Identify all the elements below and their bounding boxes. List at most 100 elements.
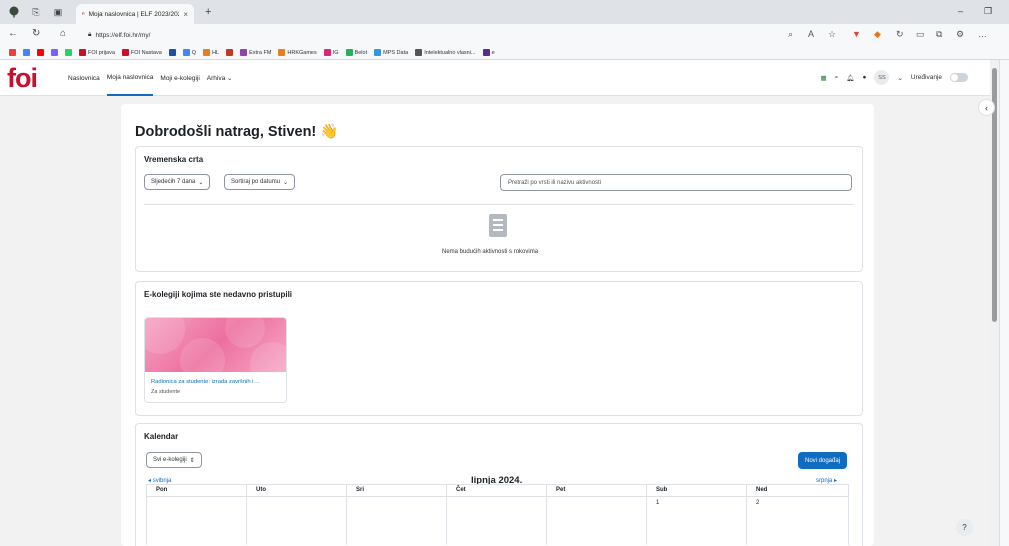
tab-close-icon[interactable]: ×: [183, 10, 188, 19]
browser-profile-icon[interactable]: [8, 6, 20, 18]
restore-icon[interactable]: ❐: [984, 6, 992, 17]
course-name[interactable]: Radionica za studente: izrada završnih i…: [151, 379, 260, 385]
calendar-day-number[interactable]: 2: [756, 500, 759, 506]
bookmark-item[interactable]: HL: [203, 49, 219, 56]
icon-line: [493, 219, 503, 221]
foi-favicon-icon: ⁿ: [82, 10, 85, 18]
course-image: [145, 318, 286, 386]
bookmark-item[interactable]: [9, 49, 16, 56]
bookmark-label: MPS Data: [383, 49, 409, 56]
calendar-next-month-link[interactable]: srpnja ▸: [816, 477, 837, 484]
edit-mode-label: Uređivanje: [910, 74, 942, 81]
calendar-day-column: Uto: [246, 485, 346, 545]
chevron-down-icon: ⌄: [198, 179, 204, 186]
timeline-search-input[interactable]: Pretraži po vrsti ili nazivu aktivnosti: [500, 174, 852, 191]
nav-item-dashboard[interactable]: Moja naslovnica: [106, 60, 154, 96]
recent-courses-title: E-kolegiji kojima ste nedavno pristupili: [144, 290, 293, 299]
timeline-title: Vremenska crta: [144, 155, 204, 164]
new-event-button[interactable]: Novi događaj: [798, 452, 848, 469]
bookmark-favicon-icon: [345, 49, 353, 56]
calendar-course-filter[interactable]: Svi e-kolegiji ⇕: [146, 452, 202, 468]
block-drawer-toggle-icon[interactable]: ‹: [978, 99, 995, 116]
pattern-circle: [180, 338, 225, 383]
bookmark-item[interactable]: Intelektualno vlasni...: [415, 49, 476, 56]
sort-arrows-icon: ⇕: [189, 457, 195, 464]
bell-icon[interactable]: 🔔︎: [846, 74, 854, 82]
bookmark-item[interactable]: [168, 49, 176, 56]
bookmark-item[interactable]: [226, 49, 234, 56]
bookmark-item[interactable]: Belot: [345, 49, 367, 56]
workspaces-icon[interactable]: ⎘: [30, 6, 42, 18]
bookmark-label: FOI Nastava: [130, 49, 162, 56]
timeline-day-filter[interactable]: Sljedećih 7 dana ⌄: [144, 174, 211, 190]
nav-item-my-courses[interactable]: Moji e-kolegiji: [160, 60, 199, 96]
bookmark-item[interactable]: [65, 49, 72, 56]
refresh-extension-icon[interactable]: ↻: [896, 29, 904, 40]
refresh-icon[interactable]: ↻: [32, 28, 40, 39]
foi-logo[interactable]: foi: [7, 63, 38, 94]
calendar-block: Kalendar Svi e-kolegiji ⇕ Novi događaj ◂ …: [135, 423, 863, 546]
divider: [144, 204, 854, 205]
help-button[interactable]: ?: [956, 519, 973, 536]
calendar-header-divider: [146, 496, 849, 497]
bookmark-item[interactable]: IG: [323, 49, 339, 56]
calendar-day-column: Sri: [346, 485, 446, 545]
chevron-down-icon: ⌄: [283, 179, 289, 186]
bookmark-item[interactable]: FOI Nastava: [121, 49, 162, 56]
bookmark-item[interactable]: [37, 49, 44, 56]
timeline-block: Vremenska crta Sljedećih 7 dana ⌄ Sortira…: [135, 146, 863, 272]
bookmark-item[interactable]: FOI prijava: [79, 49, 115, 56]
course-card[interactable]: Radionica za studente: izrada završnih i…: [144, 317, 287, 403]
calendar-day-column: Čet: [446, 485, 546, 545]
page-scrollbar[interactable]: [990, 60, 999, 546]
avatar[interactable]: SS: [874, 70, 890, 85]
calendar-grid: Pon Uto Sri Čet Pet Sub 1 Ned 2: [146, 484, 849, 545]
bookmark-item[interactable]: [51, 49, 58, 56]
user-menu-chevron-icon[interactable]: ⌄: [897, 74, 902, 82]
metamask-icon[interactable]: ◆: [874, 29, 881, 40]
url-field[interactable]: 🔒︎ https://elf.foi.hr/my/: [88, 27, 788, 43]
calendar-day-number[interactable]: 1: [656, 500, 659, 506]
favorite-star-icon[interactable]: ☆: [828, 29, 836, 40]
tab-actions-icon[interactable]: ▣: [52, 6, 64, 18]
calendar-day-header: Čet: [456, 487, 466, 493]
timeline-sort-select[interactable]: Sortiraj po datumu ⌄: [224, 174, 296, 190]
bookmark-item[interactable]: MPS Data: [374, 49, 408, 56]
timeline-sort-label: Sortiraj po datumu: [231, 179, 281, 185]
address-bar-row: ← ↻ ⌂ 🔒︎ https://elf.foi.hr/my/ ⌕ A ☆ ▼ …: [0, 24, 1009, 46]
chat-icon[interactable]: ●: [863, 74, 867, 81]
calendar-day-column: Pet: [546, 485, 646, 545]
read-aloud-icon[interactable]: A: [808, 29, 814, 39]
home-icon[interactable]: ⌂: [60, 28, 66, 39]
bookmark-favicon-icon: [121, 49, 129, 56]
extensions-puzzle-icon[interactable]: ⚙: [956, 29, 964, 40]
bookmark-item[interactable]: [23, 49, 30, 56]
bookmark-label: HRKGames: [287, 49, 317, 56]
bookmark-item[interactable]: Q: [182, 49, 196, 56]
calendar-day-header: Pon: [156, 487, 168, 493]
browser-tab[interactable]: ⁿ Moja naslovnica | ELF 2023/2024 ×: [76, 4, 194, 24]
back-icon[interactable]: ←: [8, 28, 18, 39]
bookmark-item[interactable]: e: [482, 49, 495, 56]
nav-item-archive[interactable]: Arhiva ⌄: [207, 60, 233, 96]
grid-icon[interactable]: ▦: [820, 74, 826, 82]
collections-icon[interactable]: ⧉: [936, 29, 942, 40]
timeline-empty-text: Nema budućih aktivnosti s rokovima: [442, 249, 539, 255]
bookmark-favicon-icon: [415, 49, 423, 56]
minimize-icon[interactable]: –: [958, 6, 963, 16]
pattern-circle: [225, 318, 265, 348]
zoom-icon[interactable]: ⌕: [788, 29, 793, 40]
edit-mode-toggle[interactable]: [950, 73, 968, 82]
timeline-day-filter-label: Sljedećih 7 dana: [151, 179, 196, 185]
search-icon[interactable]: ⌕: [835, 74, 839, 82]
calendar-day-header: Sri: [356, 487, 365, 493]
split-screen-icon[interactable]: ▭: [916, 29, 925, 40]
new-tab-button[interactable]: +: [205, 6, 211, 18]
bookmark-item[interactable]: Extra FM: [240, 49, 271, 56]
bookmark-item[interactable]: HRKGames: [278, 49, 317, 56]
more-menu-icon[interactable]: …: [978, 29, 987, 39]
nav-item-home[interactable]: Naslovnica: [68, 60, 100, 96]
calendar-prev-month-link[interactable]: ◂ svibnja: [148, 477, 171, 484]
calendar-day-header: Pet: [556, 487, 566, 493]
extension-icon[interactable]: ▼: [852, 29, 861, 39]
